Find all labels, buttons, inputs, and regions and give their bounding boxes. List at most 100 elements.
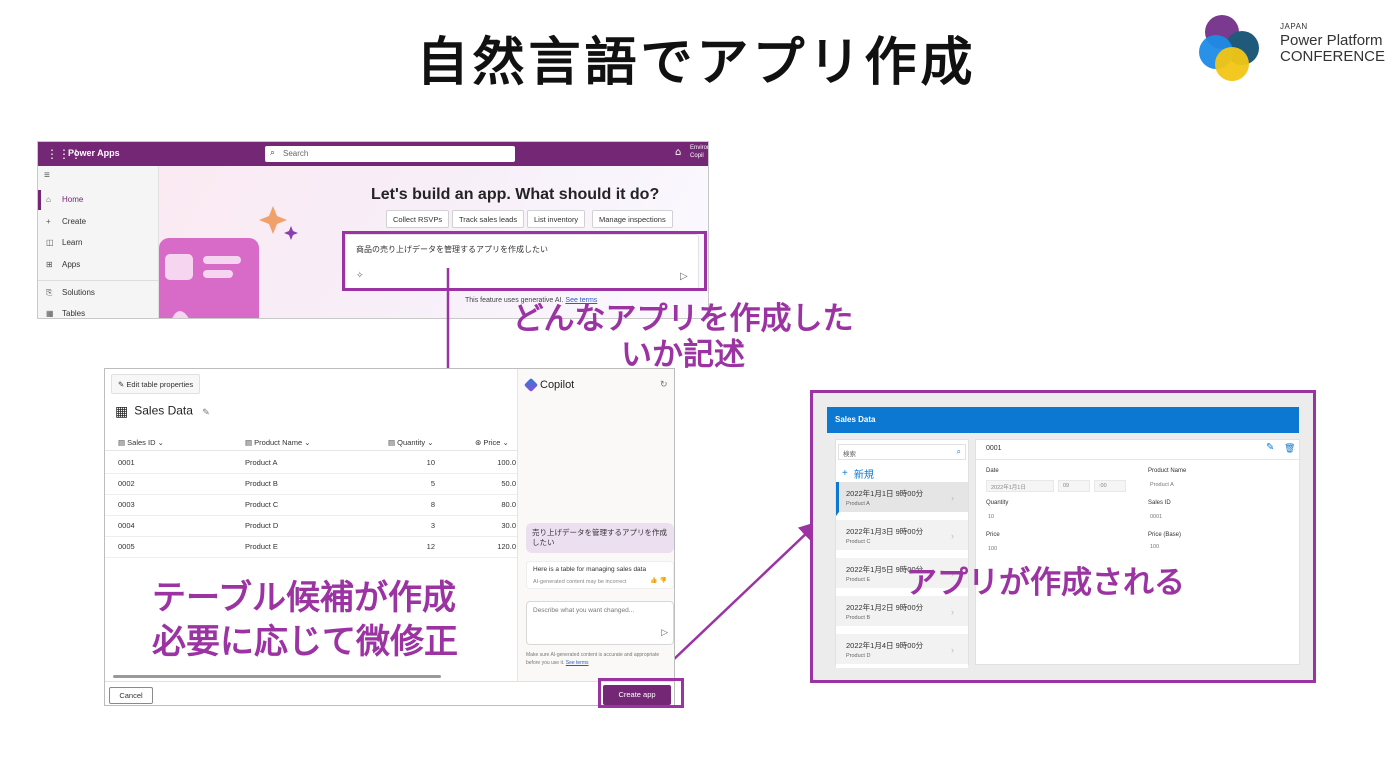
suggestion-chip-inventory[interactable]: List inventory bbox=[527, 210, 586, 228]
gallery-item-subtitle: Product C bbox=[846, 539, 871, 545]
slide-title: 自然言語でアプリ作成 bbox=[416, 33, 977, 93]
suggestion-chip-inspections[interactable]: Manage inspections bbox=[592, 210, 673, 228]
book-icon: ◫ bbox=[46, 238, 54, 247]
product-name-label: Product Name bbox=[1148, 468, 1187, 474]
home-icon: ⌂ bbox=[46, 195, 51, 204]
gallery-item[interactable]: 2022年1月1日 9時00分 Product A › bbox=[836, 482, 968, 516]
copilot-title-text: Copilot bbox=[540, 379, 575, 391]
search-placeholder: Search bbox=[283, 149, 309, 158]
cell-price: 120.0 bbox=[497, 542, 516, 551]
sidebar-item-label: Create bbox=[62, 217, 87, 226]
sidebar-item-solutions[interactable]: ⎘ Solutions bbox=[38, 283, 159, 303]
copilot-response-text: Here is a table for managing sales data bbox=[533, 566, 647, 573]
copilot-title: Copilot bbox=[523, 378, 575, 393]
send-icon[interactable]: ▷ bbox=[661, 627, 668, 638]
record-detail-form: 0001 ✎ 🗑 Date 2022年1月1日 09 :00 Quantity … bbox=[975, 439, 1301, 665]
ai-generated-note: AI-generated content may be incorrect bbox=[533, 579, 627, 585]
hamburger-icon[interactable]: ≡ bbox=[44, 170, 50, 181]
sidebar-item-apps[interactable]: ⊞ Apps bbox=[38, 255, 159, 275]
gallery-search-placeholder: 検索 bbox=[843, 451, 856, 458]
gallery-item[interactable]: 2022年1月4日 9時00分 Product D › bbox=[836, 634, 968, 668]
column-header-quantity[interactable]: ▤ Quantity ⌄ bbox=[388, 438, 448, 447]
feedback-icons[interactable]: 👍 👎 bbox=[650, 577, 667, 584]
new-record-button[interactable]: + 新規 bbox=[842, 466, 880, 481]
chevron-right-icon: › bbox=[951, 645, 954, 655]
quantity-value: 10 bbox=[988, 514, 995, 520]
cell-sales-id: 0001 bbox=[118, 458, 135, 467]
app-name[interactable]: Power Apps bbox=[68, 148, 120, 158]
copilot-see-terms-link[interactable]: See terms bbox=[566, 660, 589, 666]
conference-logo-text: JAPAN Power Platform CONFERENCE bbox=[1280, 23, 1386, 65]
horizontal-scrollbar[interactable] bbox=[113, 675, 441, 678]
table-row[interactable]: 0001 Product A 10 100.0 bbox=[105, 453, 517, 474]
edit-table-properties-button[interactable]: ✎ Edit table properties bbox=[111, 374, 201, 394]
table-row[interactable]: 0003 Product C 8 80.0 bbox=[105, 495, 517, 516]
home-heading: Let's build an app. What should it do? bbox=[371, 186, 660, 203]
suggestion-chip-sales-leads[interactable]: Track sales leads bbox=[452, 210, 525, 228]
table-row[interactable]: 0002 Product B 5 50.0 bbox=[105, 474, 517, 495]
generated-app-screenshot: Sales Data 検索 ⌕ + 新規 2022年1月1日 9時00分 Prod… bbox=[810, 390, 1316, 683]
table-row[interactable]: 0005 Product E 12 120.0 bbox=[105, 537, 517, 558]
cell-sales-id: 0002 bbox=[118, 479, 135, 488]
sidebar-item-label: Learn bbox=[62, 238, 83, 247]
cancel-button[interactable]: Cancel bbox=[109, 687, 153, 704]
refresh-icon[interactable]: ↻ bbox=[660, 379, 668, 390]
table-title-text: Sales Data bbox=[134, 403, 193, 418]
sidebar-item-label: Apps bbox=[62, 260, 81, 269]
column-header-sales-id[interactable]: ▤ Sales ID ⌄ bbox=[118, 438, 164, 447]
chevron-right-icon: › bbox=[951, 607, 954, 617]
sidebar-item-tables[interactable]: ▦ Tables bbox=[38, 304, 159, 318]
column-header-price[interactable]: ⊛ Price ⌄ bbox=[475, 438, 521, 447]
table-header: ▤ Sales ID ⌄ ▤ Product Name ⌄ ▤ Quantity… bbox=[105, 433, 517, 451]
caption-table: テーブル候補が作成 必要に応じて微修正 bbox=[152, 578, 458, 663]
cell-product-name: Product C bbox=[245, 500, 279, 509]
search-icon[interactable]: ⌕ bbox=[957, 447, 961, 457]
caption-describe: どんなアプリを作成した いか記述 bbox=[512, 301, 854, 373]
gallery-item-title: 2022年1月4日 9時00分 bbox=[846, 641, 924, 650]
power-apps-topbar: ⋮⋮⋮ Power Apps ⌕ Search ⌂ Environ Copil bbox=[38, 142, 708, 166]
cell-sales-id: 0004 bbox=[118, 521, 135, 530]
edit-icon[interactable]: ✎ bbox=[1266, 442, 1274, 453]
copilot-input-placeholder: Describe what you want changed... bbox=[533, 607, 635, 614]
cell-price: 80.0 bbox=[501, 500, 516, 509]
date-picker[interactable]: 2022年1月1日 bbox=[986, 480, 1054, 492]
column-header-product-name[interactable]: ▤ Product Name ⌄ bbox=[245, 438, 310, 447]
table-title: ▦ Sales Data ✎ bbox=[115, 403, 210, 420]
environment-label[interactable]: Environ Copil bbox=[690, 144, 708, 161]
table-icon: ▦ bbox=[115, 403, 129, 419]
cell-quantity: 5 bbox=[430, 479, 435, 488]
cell-quantity: 8 bbox=[430, 500, 435, 509]
sidebar-item-home[interactable]: ⌂ Home bbox=[38, 190, 159, 210]
record-gallery: 検索 ⌕ + 新規 2022年1月1日 9時00分 Product A › 202… bbox=[835, 439, 969, 668]
minute-dropdown[interactable]: :00 bbox=[1094, 480, 1126, 492]
sidebar-item-create[interactable]: + Create bbox=[38, 212, 159, 232]
copilot-disclaimer: Make sure AI-generated content is accura… bbox=[526, 652, 674, 667]
rename-pencil-icon[interactable]: ✎ bbox=[202, 407, 210, 417]
price-value: 100 bbox=[988, 546, 998, 552]
copilot-icon bbox=[523, 378, 539, 393]
prompt-highlight-box bbox=[342, 231, 707, 291]
logo-line-conference: CONFERENCE bbox=[1280, 48, 1386, 65]
search-input[interactable]: ⌕ Search bbox=[265, 146, 515, 162]
copilot-response: Here is a table for managing sales data … bbox=[526, 561, 674, 589]
logo-line-power-platform: Power Platform bbox=[1280, 32, 1383, 49]
cell-price: 50.0 bbox=[501, 479, 516, 488]
hour-dropdown[interactable]: 09 bbox=[1058, 480, 1090, 492]
table-row[interactable]: 0004 Product D 3 30.0 bbox=[105, 516, 517, 537]
arrow-create-to-app bbox=[651, 521, 820, 681]
sidebar-item-learn[interactable]: ◫ Learn bbox=[38, 233, 159, 253]
form-record-id: 0001 bbox=[986, 445, 1002, 452]
copilot-input[interactable]: Describe what you want changed... ▷ bbox=[526, 601, 674, 645]
gallery-item[interactable]: 2022年1月3日 9時00分 Product C › bbox=[836, 520, 968, 554]
copilot-pane: Copilot ↻ 売り上げデータを管理するアプリを作成したい Here is … bbox=[517, 369, 674, 681]
column-header-label: Price bbox=[483, 438, 501, 447]
sidebar-item-label: Home bbox=[62, 195, 84, 204]
create-app-highlight-box bbox=[598, 678, 684, 708]
cell-sales-id: 0005 bbox=[118, 542, 135, 551]
gallery-search-input[interactable]: 検索 ⌕ bbox=[838, 444, 966, 460]
suggestion-chip-rsvps[interactable]: Collect RSVPs bbox=[386, 210, 450, 228]
left-nav: ≡ ⌂ Home + Create ◫ Learn ⊞ Apps ⎘ Solutions … bbox=[38, 166, 159, 318]
power-apps-screenshot: ⋮⋮⋮ Power Apps ⌕ Search ⌂ Environ Copil … bbox=[37, 141, 709, 319]
environment-icon[interactable]: ⌂ bbox=[675, 147, 681, 158]
delete-icon[interactable]: 🗑 bbox=[1284, 443, 1295, 454]
